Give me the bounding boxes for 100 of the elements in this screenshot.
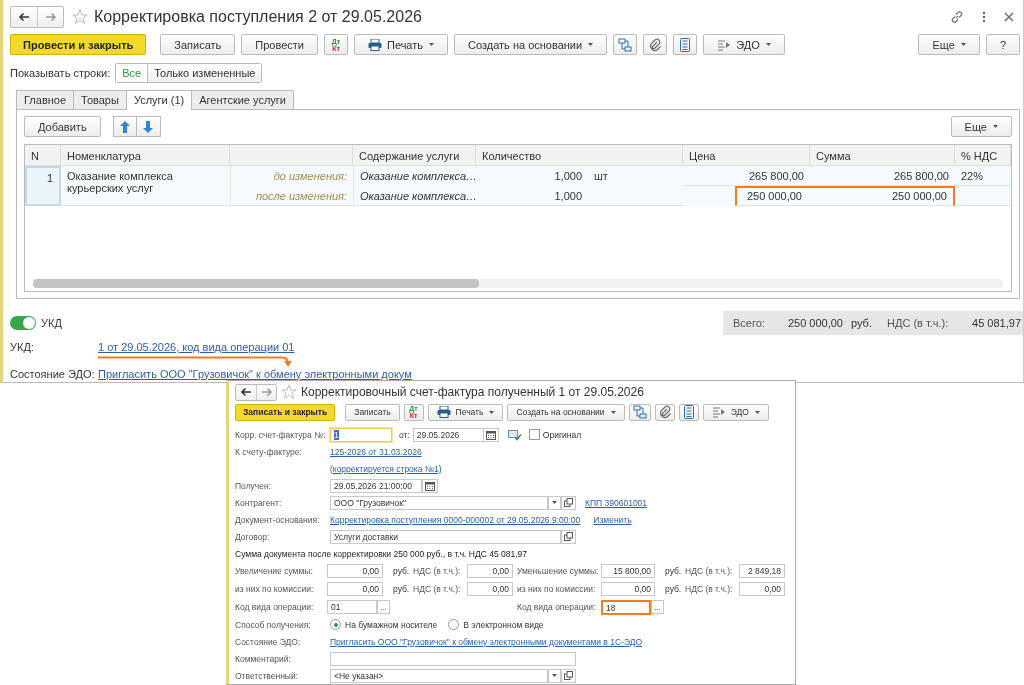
table-cell-text: шт bbox=[593, 168, 609, 184]
choose-button[interactable]: ... bbox=[651, 600, 664, 614]
more-icon bbox=[982, 10, 986, 23]
primary-button[interactable]: Провести и закрыть bbox=[10, 34, 147, 56]
caret-icon bbox=[429, 43, 435, 47]
calculator-button[interactable] bbox=[673, 34, 698, 56]
radio-button[interactable] bbox=[330, 619, 341, 630]
invite-link[interactable]: Пригласить ООО "Грузовичок" к обмену электронными документами в 1С-ЭДО bbox=[330, 636, 643, 647]
toolbar-button[interactable]: Записать bbox=[345, 403, 400, 421]
attach-button[interactable] bbox=[643, 34, 668, 56]
filter-option[interactable]: Только измененные bbox=[147, 63, 262, 82]
toolbar-button[interactable]: Записать bbox=[160, 34, 236, 56]
vat-label: НДС (в т.ч.): bbox=[887, 317, 950, 329]
printer-icon bbox=[436, 406, 451, 419]
amount-field[interactable]: 2 849,18 bbox=[739, 564, 785, 578]
kpp-link[interactable]: КПП 390601001 bbox=[585, 497, 648, 508]
operation-code-field[interactable]: 18 bbox=[601, 599, 651, 615]
document-exchange-icon bbox=[711, 406, 726, 419]
table-cell: Оказание комплекса… bbox=[353, 165, 476, 186]
column-header: Количество bbox=[476, 144, 683, 166]
attach-button[interactable] bbox=[654, 403, 675, 421]
amount-field[interactable]: 0,00 bbox=[467, 564, 513, 578]
amount-field[interactable]: 0,00 bbox=[467, 582, 513, 596]
calculator-button[interactable] bbox=[678, 403, 699, 421]
operation-code-field[interactable]: 01 bbox=[327, 600, 377, 614]
dropdown-button[interactable] bbox=[548, 495, 561, 510]
column-header: N bbox=[25, 144, 61, 166]
structure-button[interactable] bbox=[628, 403, 651, 421]
structure-icon bbox=[632, 405, 647, 420]
currency-label: руб. bbox=[392, 584, 411, 594]
move-up-button[interactable] bbox=[112, 116, 137, 138]
calendar-button[interactable] bbox=[422, 478, 438, 493]
move-down-button[interactable] bbox=[136, 116, 161, 138]
print-button[interactable]: Печать bbox=[354, 34, 449, 56]
menu-button[interactable]: Создать на основании bbox=[507, 403, 625, 421]
invoice-link[interactable]: 125-2026 от 31.03.2026 bbox=[330, 446, 422, 457]
dropdown-button[interactable] bbox=[548, 668, 561, 683]
tab[interactable]: Услуги (1) bbox=[125, 89, 193, 110]
edo-button[interactable]: ЭДО bbox=[703, 34, 785, 56]
print-button[interactable]: Печать bbox=[427, 403, 504, 421]
total-label: Всего: bbox=[733, 317, 766, 329]
calendar-icon bbox=[425, 480, 435, 491]
paperclip-icon bbox=[649, 37, 662, 52]
change-link[interactable]: Изменить bbox=[593, 514, 632, 525]
document-exchange-icon bbox=[717, 38, 732, 51]
table-cell: Оказание комплекса… bbox=[353, 185, 476, 206]
window-title: Корректировка поступления 2 от 29.05.2026 bbox=[94, 7, 422, 26]
checkbox-label: Оригинал bbox=[542, 429, 582, 440]
counterparty-field[interactable]: ООО "Грузовичок" bbox=[330, 495, 548, 510]
field-label: Способ получения: bbox=[235, 619, 312, 630]
open-button[interactable] bbox=[561, 495, 576, 510]
toolbar-button[interactable]: Провести bbox=[241, 34, 318, 56]
row-note-link[interactable]: (корректируется строка №1) bbox=[330, 463, 442, 474]
amount-field[interactable]: 0,00 bbox=[327, 564, 383, 578]
amount-field[interactable]: 15 800,00 bbox=[601, 564, 655, 578]
row-number-cell[interactable]: 1 bbox=[25, 165, 61, 206]
down-arrow-icon bbox=[143, 120, 154, 133]
menu-button[interactable]: Создать на основании bbox=[454, 34, 608, 56]
caret-icon bbox=[993, 125, 998, 129]
tab[interactable]: Главное bbox=[16, 89, 75, 109]
responsible-field[interactable]: <Не указан> bbox=[330, 668, 548, 683]
horizontal-scrollbar[interactable] bbox=[33, 279, 1003, 288]
open-button[interactable] bbox=[561, 529, 576, 544]
radio-button[interactable] bbox=[448, 619, 460, 630]
tab[interactable]: Агентские услуги bbox=[191, 89, 294, 109]
field-label: Показывать строки: bbox=[10, 66, 111, 79]
choose-button[interactable]: ... bbox=[377, 600, 390, 614]
primary-button[interactable]: Записать и закрыть bbox=[235, 403, 336, 421]
amount-field[interactable]: 0,00 bbox=[601, 582, 655, 596]
field-label: Корр. счет-фактура №: bbox=[235, 429, 327, 440]
toggle-switch[interactable] bbox=[10, 316, 36, 330]
amount-field[interactable]: 0,00 bbox=[739, 582, 785, 596]
radio-label: В электронном виде bbox=[463, 619, 544, 630]
table-cell: 22% bbox=[955, 165, 1011, 186]
field-label: УКД: bbox=[10, 340, 35, 353]
edo-button[interactable]: ЭДО bbox=[702, 403, 769, 421]
menu-button[interactable]: Еще bbox=[918, 34, 980, 56]
amount-field[interactable]: 0,00 bbox=[327, 582, 383, 596]
base-document-link[interactable]: Корректировка поступления 0000-000002 от 29.05.2026 9:00:00 bbox=[330, 514, 581, 525]
contract-field[interactable]: Услуги доставки bbox=[330, 529, 561, 544]
field-label: Состояние ЭДО: bbox=[10, 367, 96, 380]
column-header: Цена bbox=[683, 144, 810, 166]
star-icon bbox=[281, 384, 297, 401]
menu-button[interactable]: Еще bbox=[950, 116, 1012, 138]
datetime-field[interactable]: 29.05.2026 21:00:00 bbox=[330, 478, 422, 493]
forward-arrow-icon bbox=[44, 10, 57, 23]
field-label: Комментарий: bbox=[235, 653, 292, 664]
window-title: Корректировочный счет-фактура полученный 1 от 29.05.2026 bbox=[301, 385, 644, 400]
toolbar-button[interactable]: ? bbox=[985, 34, 1020, 56]
document-link[interactable]: 1 от 29.05.2026, код вида операции 01 bbox=[98, 340, 295, 353]
table-cell: после изменения: bbox=[230, 185, 353, 206]
tab[interactable]: Товары bbox=[73, 89, 127, 109]
add-button[interactable]: Добавить bbox=[24, 116, 101, 138]
checkbox[interactable] bbox=[528, 429, 540, 440]
open-button[interactable] bbox=[561, 668, 576, 683]
comment-field[interactable] bbox=[330, 651, 576, 666]
number-field[interactable]: 1 bbox=[330, 427, 392, 442]
structure-button[interactable] bbox=[613, 34, 638, 56]
invite-link[interactable]: Пригласить ООО "Грузовичок" к обмену электронными докум bbox=[98, 367, 412, 380]
date-field[interactable]: 29.05.2026 bbox=[412, 427, 483, 442]
